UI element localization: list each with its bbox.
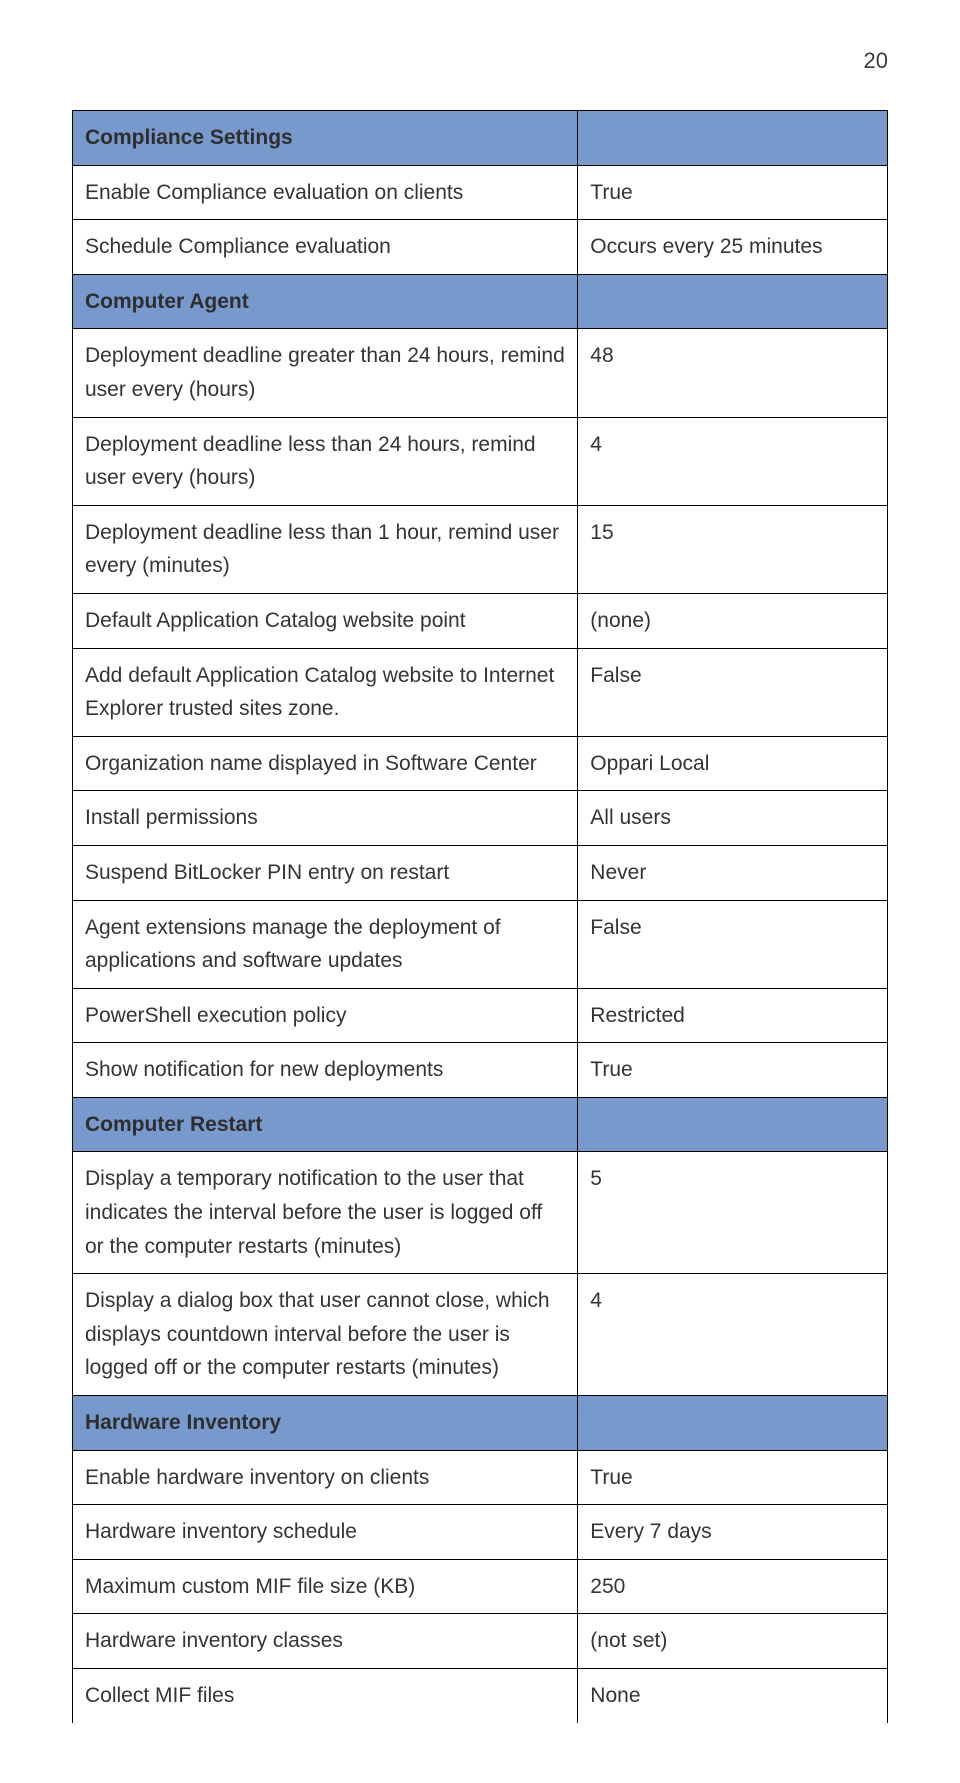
table-row: PowerShell execution policyRestricted <box>73 988 888 1043</box>
setting-value: False <box>578 900 888 988</box>
setting-label: Enable Compliance evaluation on clients <box>73 165 578 220</box>
setting-value: 4 <box>578 417 888 505</box>
table-row: Display a temporary notification to the … <box>73 1152 888 1274</box>
table-row: Add default Application Catalog website … <box>73 648 888 736</box>
setting-value: Oppari Local <box>578 736 888 791</box>
section-title: Computer Restart <box>73 1097 578 1152</box>
section-header-row: Computer Restart <box>73 1097 888 1152</box>
table-row: Organization name displayed in Software … <box>73 736 888 791</box>
setting-value: True <box>578 165 888 220</box>
setting-label: Maximum custom MIF file size (KB) <box>73 1559 578 1614</box>
table-row: Show notification for new deploymentsTru… <box>73 1043 888 1098</box>
setting-label: Deployment deadline less than 24 hours, … <box>73 417 578 505</box>
section-title: Hardware Inventory <box>73 1396 578 1451</box>
table-row: Maximum custom MIF file size (KB)250 <box>73 1559 888 1614</box>
settings-table: Compliance SettingsEnable Compliance eva… <box>72 110 888 1723</box>
section-header-row: Hardware Inventory <box>73 1396 888 1451</box>
section-value-blank <box>578 1097 888 1152</box>
table-row: Agent extensions manage the deployment o… <box>73 900 888 988</box>
setting-label: Deployment deadline greater than 24 hour… <box>73 329 578 417</box>
setting-value: (not set) <box>578 1614 888 1669</box>
table-row: Enable hardware inventory on clientsTrue <box>73 1450 888 1505</box>
setting-label: Display a temporary notification to the … <box>73 1152 578 1274</box>
setting-value: False <box>578 648 888 736</box>
setting-label: Deployment deadline less than 1 hour, re… <box>73 505 578 593</box>
table-row: Deployment deadline greater than 24 hour… <box>73 329 888 417</box>
table-row: Collect MIF filesNone <box>73 1669 888 1723</box>
setting-value: 250 <box>578 1559 888 1614</box>
page-number: 20 <box>72 48 888 74</box>
table-row: Schedule Compliance evaluationOccurs eve… <box>73 220 888 275</box>
setting-value: Never <box>578 845 888 900</box>
section-header-row: Computer Agent <box>73 274 888 329</box>
setting-value: True <box>578 1043 888 1098</box>
setting-label: Install permissions <box>73 791 578 846</box>
section-value-blank <box>578 274 888 329</box>
setting-value: Occurs every 25 minutes <box>578 220 888 275</box>
setting-label: Display a dialog box that user cannot cl… <box>73 1274 578 1396</box>
setting-value: None <box>578 1669 888 1723</box>
setting-label: Suspend BitLocker PIN entry on restart <box>73 845 578 900</box>
table-row: Display a dialog box that user cannot cl… <box>73 1274 888 1396</box>
setting-label: Show notification for new deployments <box>73 1043 578 1098</box>
section-title: Computer Agent <box>73 274 578 329</box>
table-row: Default Application Catalog website poin… <box>73 593 888 648</box>
setting-value: 48 <box>578 329 888 417</box>
setting-value: (none) <box>578 593 888 648</box>
setting-label: Add default Application Catalog website … <box>73 648 578 736</box>
setting-value: 15 <box>578 505 888 593</box>
setting-label: PowerShell execution policy <box>73 988 578 1043</box>
setting-value: Every 7 days <box>578 1505 888 1560</box>
section-header-row: Compliance Settings <box>73 111 888 166</box>
setting-value: True <box>578 1450 888 1505</box>
table-row: Hardware inventory scheduleEvery 7 days <box>73 1505 888 1560</box>
setting-label: Collect MIF files <box>73 1669 578 1723</box>
setting-value: All users <box>578 791 888 846</box>
setting-label: Hardware inventory classes <box>73 1614 578 1669</box>
setting-label: Agent extensions manage the deployment o… <box>73 900 578 988</box>
setting-label: Hardware inventory schedule <box>73 1505 578 1560</box>
table-row: Hardware inventory classes(not set) <box>73 1614 888 1669</box>
section-title: Compliance Settings <box>73 111 578 166</box>
table-row: Install permissionsAll users <box>73 791 888 846</box>
setting-label: Schedule Compliance evaluation <box>73 220 578 275</box>
setting-value: 5 <box>578 1152 888 1274</box>
section-value-blank <box>578 111 888 166</box>
setting-label: Default Application Catalog website poin… <box>73 593 578 648</box>
setting-label: Organization name displayed in Software … <box>73 736 578 791</box>
table-row: Deployment deadline less than 24 hours, … <box>73 417 888 505</box>
setting-value: 4 <box>578 1274 888 1396</box>
table-row: Suspend BitLocker PIN entry on restartNe… <box>73 845 888 900</box>
setting-label: Enable hardware inventory on clients <box>73 1450 578 1505</box>
section-value-blank <box>578 1396 888 1451</box>
table-row: Deployment deadline less than 1 hour, re… <box>73 505 888 593</box>
table-row: Enable Compliance evaluation on clientsT… <box>73 165 888 220</box>
document-page: 20 Compliance SettingsEnable Compliance … <box>0 0 960 1783</box>
setting-value: Restricted <box>578 988 888 1043</box>
